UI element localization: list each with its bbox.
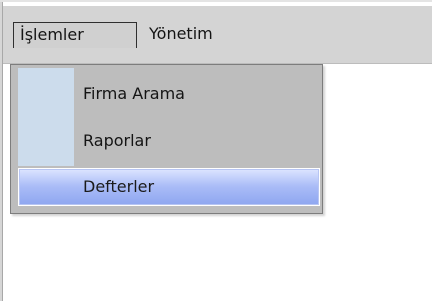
menu-item-raporlar[interactable]: Raporlar [83, 126, 151, 156]
islemler-dropdown-menu: Firma Arama Raporlar Defterler [10, 64, 323, 214]
menu-yonetim[interactable]: Yönetim [143, 22, 219, 48]
menu-item-defterler[interactable]: Defterler [18, 168, 320, 206]
menu-islemler[interactable]: İşlemler [13, 22, 137, 48]
menu-item-firma-arama[interactable]: Firma Arama [83, 79, 185, 109]
window-top-edge [0, 0, 432, 2]
menu-item-defterler-label: Defterler [83, 177, 155, 196]
menu-icon-column [18, 68, 74, 166]
menu-bar: İşlemler Yönetim [3, 6, 432, 64]
